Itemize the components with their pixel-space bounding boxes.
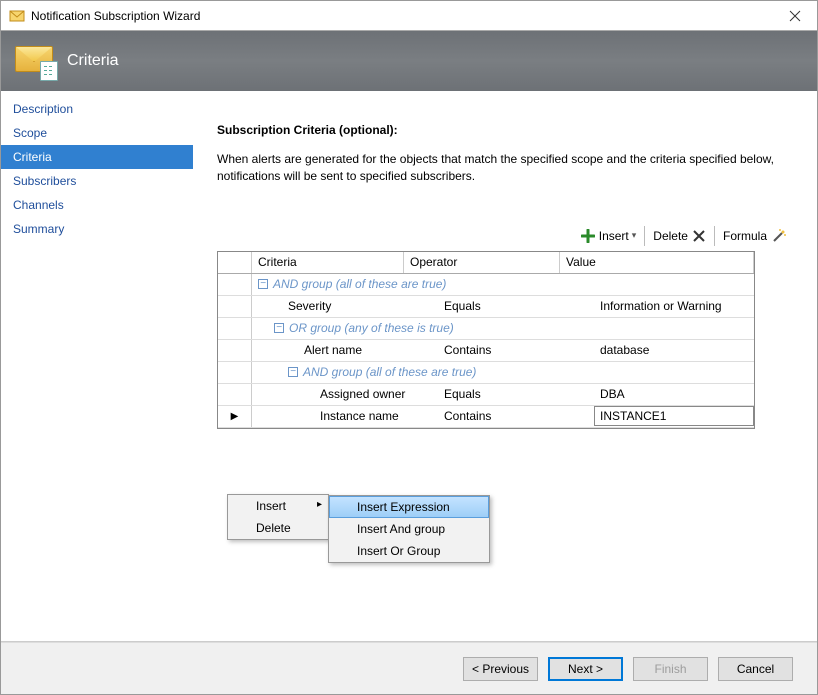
plus-icon [581, 229, 595, 243]
criteria-cell[interactable]: Alert name [252, 340, 438, 360]
row-gutter [218, 296, 252, 317]
operator-cell[interactable]: Equals [438, 296, 594, 316]
submenu-insert-expression[interactable]: Insert Expression [329, 496, 489, 518]
insert-button[interactable]: Insert ▾ [575, 224, 643, 248]
group-label: AND group (all of these are true) [273, 277, 446, 291]
context-menu[interactable]: Insert Delete Insert Expression Insert A… [227, 494, 329, 540]
separator [714, 226, 715, 246]
delete-button[interactable]: Delete [647, 224, 712, 248]
value-cell[interactable]: database [594, 340, 754, 360]
collapse-icon[interactable]: − [274, 323, 284, 333]
criteria-cell[interactable]: Assigned owner [252, 384, 438, 404]
wizard-steps-sidebar: Description Scope Criteria Subscribers C… [1, 91, 193, 641]
formula-label: Formula [723, 229, 767, 243]
header-gutter [218, 252, 252, 273]
header-criteria[interactable]: Criteria [252, 252, 404, 273]
group-label: OR group (any of these is true) [289, 321, 454, 335]
x-icon [692, 229, 706, 243]
row-pointer-icon: ▶ [231, 411, 239, 422]
value-cell[interactable]: INSTANCE1 [594, 406, 754, 426]
sidebar-item-channels[interactable]: Channels [1, 193, 193, 217]
chevron-down-icon: ▾ [632, 230, 637, 241]
group-row[interactable]: −AND group (all of these are true) [218, 274, 754, 296]
row-gutter [218, 362, 252, 383]
group-row[interactable]: −OR group (any of these is true) [218, 318, 754, 340]
value-cell[interactable]: Information or Warning [594, 296, 754, 316]
context-menu-insert[interactable]: Insert [228, 495, 328, 517]
row-gutter [218, 274, 252, 295]
close-icon [789, 10, 801, 22]
window-title: Notification Subscription Wizard [31, 9, 772, 23]
close-button[interactable] [772, 1, 817, 30]
row-gutter [218, 318, 252, 339]
grid-header: Criteria Operator Value [218, 252, 754, 274]
operator-cell[interactable]: Equals [438, 384, 594, 404]
criteria-grid[interactable]: Criteria Operator Value −AND group (all … [217, 251, 755, 429]
cancel-button[interactable]: Cancel [718, 657, 793, 681]
submenu-insert-or-group[interactable]: Insert Or Group [329, 540, 489, 562]
sidebar-item-summary[interactable]: Summary [1, 217, 193, 241]
section-description: When alerts are generated for the object… [217, 151, 777, 185]
finish-button: Finish [633, 657, 708, 681]
formula-button[interactable]: Formula [717, 224, 793, 248]
row-gutter [218, 384, 252, 405]
criteria-row[interactable]: ▶ Instance name Contains INSTANCE1 [218, 406, 754, 428]
collapse-icon[interactable]: − [258, 279, 268, 289]
section-title: Subscription Criteria (optional): [217, 123, 793, 137]
content-pane: Subscription Criteria (optional): When a… [193, 91, 817, 641]
criteria-row[interactable]: Alert name Contains database [218, 340, 754, 362]
sidebar-item-subscribers[interactable]: Subscribers [1, 169, 193, 193]
value-cell[interactable]: DBA [594, 384, 754, 404]
previous-button[interactable]: < Previous [463, 657, 538, 681]
operator-cell[interactable]: Contains [438, 406, 594, 426]
formula-icon [771, 228, 787, 244]
sidebar-item-criteria[interactable]: Criteria [1, 145, 193, 169]
submenu-insert-and-group[interactable]: Insert And group [329, 518, 489, 540]
next-button[interactable]: Next > [548, 657, 623, 681]
criteria-row[interactable]: Severity Equals Information or Warning [218, 296, 754, 318]
titlebar: Notification Subscription Wizard [1, 1, 817, 31]
collapse-icon[interactable]: − [288, 367, 298, 377]
group-label: AND group (all of these are true) [303, 365, 476, 379]
toolbar: Insert ▾ Delete Formula [217, 223, 793, 249]
criteria-cell[interactable]: Instance name [252, 406, 438, 426]
header-operator[interactable]: Operator [404, 252, 560, 273]
separator [644, 226, 645, 246]
delete-label: Delete [653, 229, 688, 243]
insert-label: Insert [599, 229, 629, 243]
banner: Criteria [1, 31, 817, 91]
header-value[interactable]: Value [560, 252, 754, 273]
banner-icon [15, 46, 53, 76]
row-gutter: ▶ [218, 406, 252, 427]
criteria-cell[interactable]: Severity [252, 296, 438, 316]
grid-body: −AND group (all of these are true) Sever… [218, 274, 754, 428]
wizard-footer: < Previous Next > Finish Cancel [1, 642, 817, 694]
sidebar-item-description[interactable]: Description [1, 97, 193, 121]
criteria-row[interactable]: Assigned owner Equals DBA [218, 384, 754, 406]
app-icon [9, 8, 25, 24]
sidebar-item-scope[interactable]: Scope [1, 121, 193, 145]
banner-title: Criteria [67, 52, 119, 70]
operator-cell[interactable]: Contains [438, 340, 594, 360]
context-submenu[interactable]: Insert Expression Insert And group Inser… [328, 495, 490, 563]
group-row[interactable]: −AND group (all of these are true) [218, 362, 754, 384]
row-gutter [218, 340, 252, 361]
context-menu-delete[interactable]: Delete [228, 517, 328, 539]
